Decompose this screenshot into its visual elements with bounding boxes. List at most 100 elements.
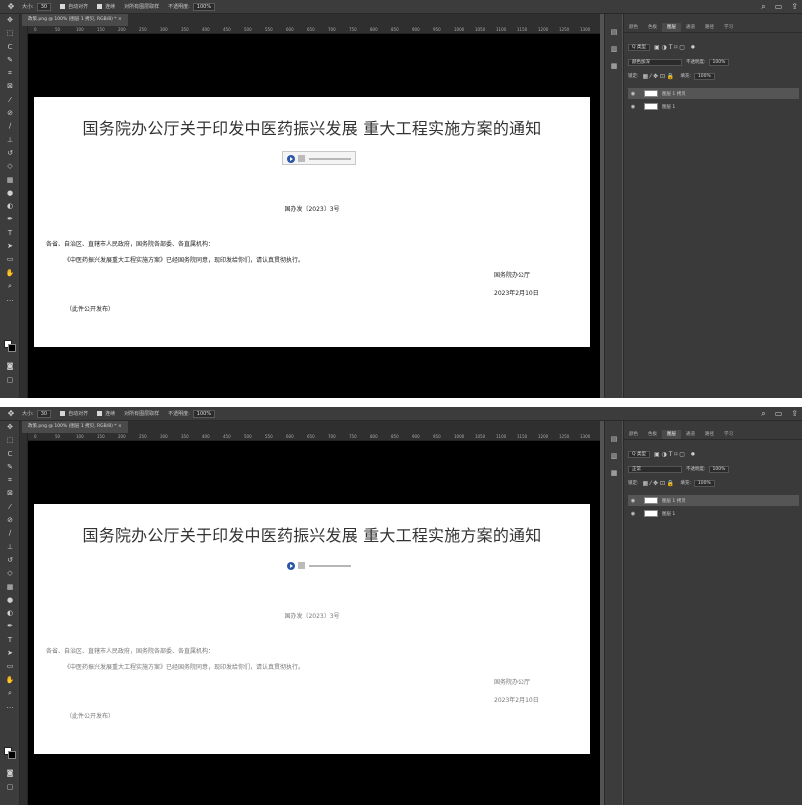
eraser-tool-icon[interactable]: ◇ — [0, 567, 20, 580]
pen-tool-icon[interactable]: ✒ — [0, 213, 20, 226]
dodge-tool-icon[interactable]: ◐ — [0, 607, 20, 620]
blur-tool-icon[interactable]: ● — [0, 187, 20, 200]
search-icon[interactable]: ⌕ — [761, 2, 765, 12]
close-icon[interactable]: × — [118, 17, 122, 22]
quick-select-tool-icon[interactable]: ✎ — [0, 54, 20, 67]
opacity-input[interactable]: 100% — [708, 58, 730, 66]
lasso-tool-icon[interactable]: ᑕ — [0, 448, 20, 461]
pen-tool-icon[interactable]: ✒ — [0, 620, 20, 633]
visibility-eye-icon[interactable]: ◉ — [628, 104, 638, 110]
visibility-eye-icon[interactable]: ◉ — [628, 498, 638, 504]
crop-tool-icon[interactable]: ⌗ — [0, 67, 20, 80]
filter-icons[interactable]: ▣ ◑ T ⌑ ▢ — [654, 44, 685, 51]
dodge-tool-icon[interactable]: ◐ — [0, 200, 20, 213]
document-tab[interactable]: 政策.png @ 100% (图层 1 拷贝, RGB/8) * × — [22, 14, 128, 26]
canvas-area[interactable]: 国务院办公厅关于印发中医药振兴发展 重大工程实施方案的通知 国办发〔2023〕3… — [28, 441, 600, 805]
tab-color[interactable]: 颜色 — [624, 430, 643, 439]
move-tool-icon[interactable]: ✥ — [0, 409, 22, 418]
healing-brush-tool-icon[interactable]: ⊘ — [0, 514, 20, 527]
workspace-icon[interactable]: ▭ — [775, 409, 783, 419]
size-option[interactable]: 大小: 30 — [22, 2, 52, 11]
tab-paths[interactable]: 路径 — [700, 23, 719, 32]
quick-mask-icon[interactable]: ◙ — [0, 767, 20, 780]
more-tools-icon[interactable]: … — [0, 700, 20, 713]
opacity-input[interactable]: 100% — [192, 2, 216, 11]
layer-kind-select[interactable]: Q 类型 — [628, 450, 650, 458]
gradient-tool-icon[interactable]: ▦ — [0, 581, 20, 594]
history-panel-icon[interactable]: ▤ — [605, 24, 623, 41]
healing-brush-tool-icon[interactable]: ⊘ — [0, 107, 20, 120]
fill-input[interactable]: 100% — [693, 72, 715, 80]
lock-icons[interactable]: ▦ ⁄ ✥ ⊡ 🔒 — [643, 73, 675, 80]
adjustments-panel-icon[interactable]: ▦ — [605, 58, 623, 75]
filter-icons[interactable]: ▣ ◑ T ⌑ ▢ — [654, 451, 685, 458]
share-icon[interactable]: ⇪ — [791, 2, 798, 12]
frame-tool-icon[interactable]: ⊠ — [0, 80, 20, 93]
background-color-swatch[interactable] — [8, 751, 16, 759]
sample-all-layers-option[interactable]: 对所有图层取样 — [124, 3, 159, 10]
close-icon[interactable]: × — [118, 424, 122, 429]
layer-row[interactable]: ◉ 图层 1 — [628, 508, 799, 519]
type-tool-icon[interactable]: T — [0, 634, 20, 647]
tab-channels[interactable]: 通道 — [681, 23, 700, 32]
brush-tool-icon[interactable]: ∕ — [0, 527, 20, 540]
stamp-tool-icon[interactable]: ⊥ — [0, 541, 20, 554]
lock-icons[interactable]: ▦ ⁄ ✥ ⊡ 🔒 — [643, 480, 675, 487]
filter-toggle-icon[interactable]: ● — [691, 45, 695, 50]
filter-toggle-icon[interactable]: ● — [691, 452, 695, 457]
sample-all-layers-option[interactable]: 对所有图层取样 — [124, 410, 159, 417]
screen-mode-icon[interactable]: ▢ — [0, 781, 20, 794]
eyedropper-tool-icon[interactable]: ⁄ — [0, 501, 20, 514]
marquee-tool-icon[interactable]: ⬚ — [0, 434, 20, 447]
tab-channels[interactable]: 通道 — [681, 430, 700, 439]
history-panel-icon[interactable]: ▤ — [605, 431, 623, 448]
tab-learn[interactable]: 学习 — [719, 430, 738, 439]
opacity-input[interactable]: 100% — [192, 409, 216, 418]
size-input[interactable]: 30 — [36, 2, 52, 11]
blend-mode-select[interactable]: 正常 — [628, 465, 682, 473]
zoom-tool-icon[interactable]: ⌕ — [0, 687, 20, 700]
zoom-tool-icon[interactable]: ⌕ — [0, 280, 20, 293]
shape-tool-icon[interactable]: ▭ — [0, 660, 20, 673]
tab-paths[interactable]: 路径 — [700, 430, 719, 439]
canvas-area[interactable]: 国务院办公厅关于印发中医药振兴发展 重大工程实施方案的通知 国办发〔2023〕3… — [28, 34, 600, 398]
auto-align-checkbox[interactable]: 自动对齐 — [60, 3, 88, 10]
hand-tool-icon[interactable]: ✋ — [0, 267, 20, 280]
tab-layers[interactable]: 图层 — [662, 430, 681, 439]
workspace-icon[interactable]: ▭ — [775, 2, 783, 12]
blend-mode-select[interactable]: 颜色加深 — [628, 58, 682, 66]
brush-tool-icon[interactable]: ∕ — [0, 120, 20, 133]
gradient-tool-icon[interactable]: ▦ — [0, 174, 20, 187]
marquee-tool-icon[interactable]: ⬚ — [0, 27, 20, 40]
search-icon[interactable]: ⌕ — [761, 409, 765, 419]
size-input[interactable]: 30 — [36, 409, 52, 418]
hand-tool-icon[interactable]: ✋ — [0, 674, 20, 687]
document-tab[interactable]: 政策.png @ 100% (图层 1 拷贝, RGB/8) * × — [22, 421, 128, 433]
tab-layers[interactable]: 图层 — [662, 23, 681, 32]
stamp-tool-icon[interactable]: ⊥ — [0, 134, 20, 147]
history-brush-tool-icon[interactable]: ↺ — [0, 147, 20, 160]
contiguous-checkbox[interactable]: 连续 — [97, 3, 115, 10]
opacity-option[interactable]: 不透明度: 100% — [168, 409, 216, 418]
size-option[interactable]: 大小: 30 — [22, 409, 52, 418]
properties-panel-icon[interactable]: ▥ — [605, 41, 623, 58]
move-tool-icon[interactable]: ✥ — [0, 2, 22, 11]
background-color-swatch[interactable] — [8, 344, 16, 352]
frame-tool-icon[interactable]: ⊠ — [0, 487, 20, 500]
shape-tool-icon[interactable]: ▭ — [0, 253, 20, 266]
tab-swatches[interactable]: 色板 — [643, 430, 662, 439]
visibility-eye-icon[interactable]: ◉ — [628, 511, 638, 517]
blur-tool-icon[interactable]: ● — [0, 594, 20, 607]
opacity-input[interactable]: 100% — [708, 465, 730, 473]
layer-row[interactable]: ◉ 图层 1 拷贝 — [628, 495, 799, 506]
more-tools-icon[interactable]: … — [0, 293, 20, 306]
move-tool-icon[interactable]: ✥ — [0, 421, 20, 434]
eyedropper-tool-icon[interactable]: ⁄ — [0, 94, 20, 107]
move-tool-icon[interactable]: ✥ — [0, 14, 20, 27]
lasso-tool-icon[interactable]: ᑕ — [0, 41, 20, 54]
screen-mode-icon[interactable]: ▢ — [0, 374, 20, 387]
path-select-tool-icon[interactable]: ➤ — [0, 647, 20, 660]
contiguous-checkbox[interactable]: 连续 — [97, 410, 115, 417]
quick-select-tool-icon[interactable]: ✎ — [0, 461, 20, 474]
adjustments-panel-icon[interactable]: ▦ — [605, 465, 623, 482]
